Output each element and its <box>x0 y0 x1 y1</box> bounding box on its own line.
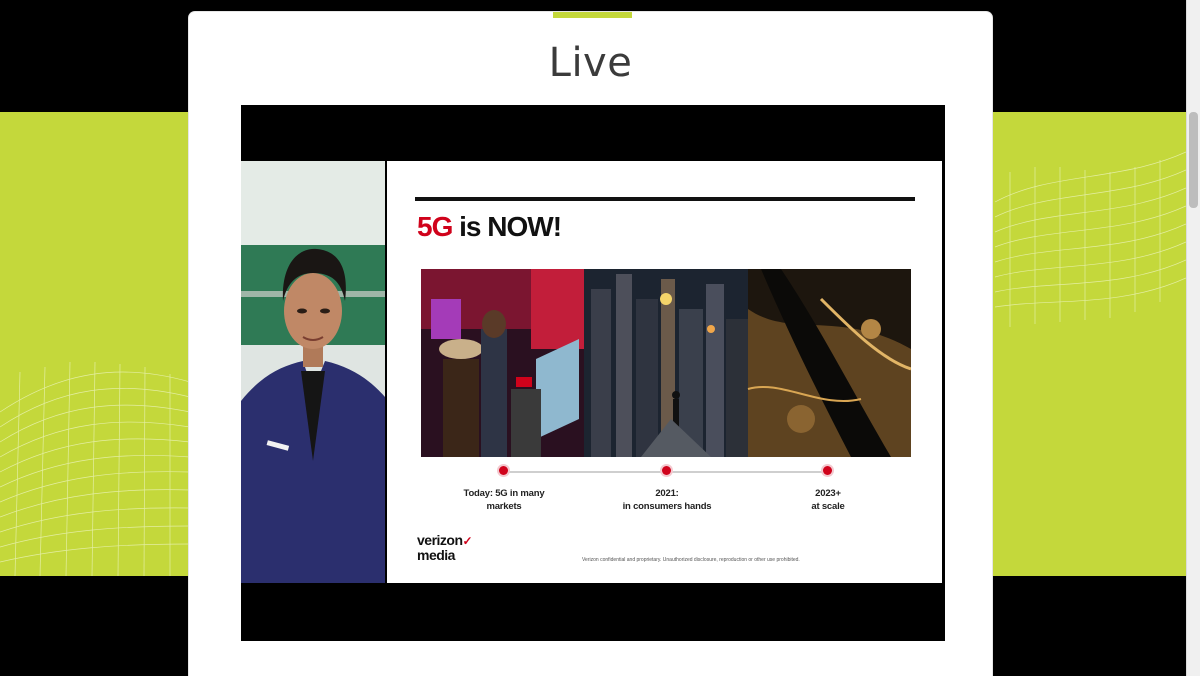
timeline-label-line1: Today: 5G in many <box>463 488 545 499</box>
slide-top-rule <box>415 197 915 201</box>
timeline-dot-2023 <box>823 466 832 475</box>
timeline-label-line2: markets <box>486 501 522 512</box>
photo-strip-image <box>421 269 911 457</box>
card-accent-bar <box>553 12 632 18</box>
timeline-dot-today <box>499 466 508 475</box>
photo-strip <box>421 269 911 457</box>
brand-line2: media <box>417 547 455 563</box>
brand-line1: verizon <box>417 532 463 548</box>
checkmark-icon: ✓ <box>462 534 473 548</box>
scrollbar-thumb[interactable] <box>1189 112 1198 208</box>
timeline-label-line2: in consumers hands <box>622 501 712 512</box>
photo-aerial <box>747 269 911 457</box>
timeline-dot-2021 <box>662 466 671 475</box>
timeline-label-today: Today: 5G in many markets <box>434 487 574 513</box>
verizon-media-logo: verizon✓ media <box>417 532 473 563</box>
live-page: Live 5G is NOW! Today: 5G in many market… <box>0 0 1200 676</box>
page-title: Live <box>548 40 633 86</box>
slide-heading-accent: 5G <box>417 211 453 242</box>
video-player[interactable]: 5G is NOW! Today: 5G in many markets 202… <box>241 105 945 641</box>
slide-heading: 5G is NOW! <box>417 211 562 243</box>
page-scrollbar[interactable] <box>1186 0 1200 676</box>
timeline-label-line2: at scale <box>811 501 845 512</box>
timeline-label-line1: 2021: <box>655 488 679 499</box>
live-card: Live 5G is NOW! Today: 5G in many market… <box>189 12 992 676</box>
legal-notice: Verizon confidential and proprietary. Un… <box>582 557 800 563</box>
presentation-slide: 5G is NOW! Today: 5G in many markets 202… <box>387 161 942 583</box>
photo-city <box>584 269 748 457</box>
timeline-label-2021: 2021: in consumers hands <box>597 487 737 513</box>
presenter-image <box>241 161 385 583</box>
timeline-label-2023: 2023+ at scale <box>758 487 898 513</box>
photo-gamers <box>421 269 584 457</box>
slide-heading-rest: is NOW! <box>452 211 562 242</box>
presenter-video <box>241 161 385 583</box>
timeline-label-line1: 2023+ <box>815 488 841 499</box>
